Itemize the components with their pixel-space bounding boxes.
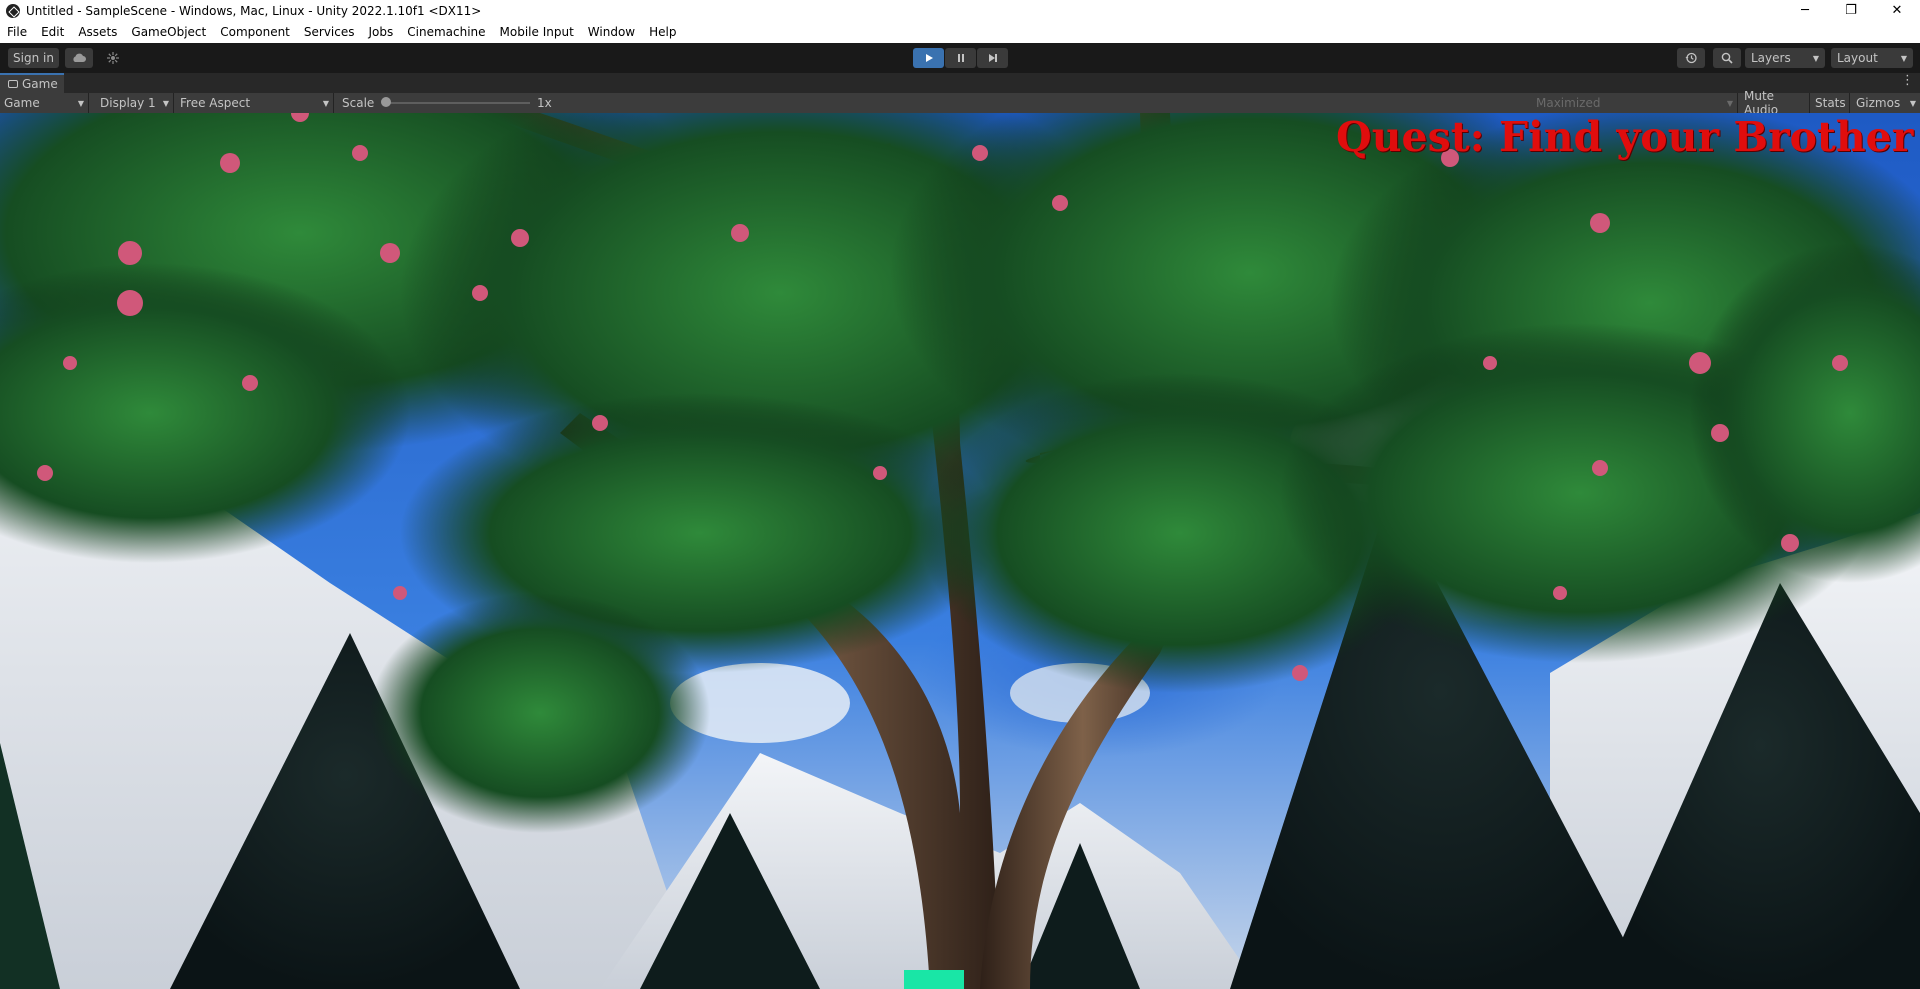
maximized-label: Maximized xyxy=(1536,96,1601,110)
main-toolbar: Sign in Layers ▼ Layout ▼ xyxy=(0,43,1920,73)
menu-edit[interactable]: Edit xyxy=(34,25,71,39)
window-title-bar: Untitled - SampleScene - Windows, Mac, L… xyxy=(0,0,1920,21)
menu-window[interactable]: Window xyxy=(581,25,642,39)
layers-label: Layers xyxy=(1751,51,1791,65)
menu-cinemachine[interactable]: Cinemachine xyxy=(400,25,492,39)
view-mode-label: Game xyxy=(4,96,40,110)
scale-slider-thumb[interactable] xyxy=(381,97,391,107)
chevron-down-icon: ▼ xyxy=(1812,53,1819,63)
window-title: Untitled - SampleScene - Windows, Mac, L… xyxy=(26,3,482,18)
pause-icon xyxy=(957,54,964,62)
close-button[interactable]: ✕ xyxy=(1874,0,1920,21)
cloud-button[interactable] xyxy=(65,48,93,68)
minimize-button[interactable]: ─ xyxy=(1782,0,1828,21)
collab-icon xyxy=(107,52,119,64)
mute-audio-toggle[interactable]: Mute Audio xyxy=(1740,89,1810,117)
menu-mobile-input[interactable]: Mobile Input xyxy=(493,25,581,39)
menu-bar: File Edit Assets GameObject Component Se… xyxy=(0,21,1920,43)
game-view-toolbar: Game ▼ Display 1 ▼ Free Aspect ▼ Scale 1… xyxy=(0,89,1920,117)
play-button[interactable] xyxy=(913,48,944,68)
stats-label: Stats xyxy=(1815,96,1846,110)
chevron-down-icon: ▼ xyxy=(1909,98,1916,108)
scene-render xyxy=(0,113,1920,989)
collab-button[interactable] xyxy=(101,48,125,68)
chevron-down-icon: ▼ xyxy=(77,98,84,108)
maximize-button[interactable]: ❐ xyxy=(1828,0,1874,21)
menu-component[interactable]: Component xyxy=(213,25,297,39)
kebab-menu-icon[interactable]: ⋮ xyxy=(1901,73,1914,88)
menu-file[interactable]: File xyxy=(0,25,34,39)
aspect-dropdown[interactable]: Free Aspect ▼ xyxy=(176,93,334,113)
cloud-icon xyxy=(73,53,86,62)
history-icon xyxy=(1685,52,1697,64)
unity-logo-icon xyxy=(6,3,20,18)
menu-help[interactable]: Help xyxy=(642,25,683,39)
chevron-down-icon: ▼ xyxy=(1900,53,1907,63)
tab-game[interactable]: Game xyxy=(0,73,64,93)
pause-button[interactable] xyxy=(945,48,976,68)
menu-jobs[interactable]: Jobs xyxy=(362,25,401,39)
sign-in-button[interactable]: Sign in xyxy=(8,48,59,68)
window-controls: ─ ❐ ✕ xyxy=(1782,0,1920,21)
playmode-controls xyxy=(913,48,1008,68)
health-bar xyxy=(904,970,964,989)
view-mode-dropdown[interactable]: Game ▼ xyxy=(0,93,89,113)
aspect-label: Free Aspect xyxy=(180,96,251,110)
search-icon xyxy=(1721,52,1733,64)
scale-label: Scale xyxy=(342,96,375,110)
play-icon xyxy=(925,54,933,62)
scale-value: 1x xyxy=(537,96,552,110)
display-label: Display 1 xyxy=(100,96,156,110)
gizmos-dropdown[interactable]: Gizmos ▼ xyxy=(1852,93,1920,113)
layers-dropdown[interactable]: Layers ▼ xyxy=(1745,48,1825,68)
layout-label: Layout xyxy=(1837,51,1878,65)
tab-game-label: Game xyxy=(22,77,58,91)
step-button[interactable] xyxy=(977,48,1008,68)
stats-toggle[interactable]: Stats xyxy=(1811,93,1850,113)
maximized-dropdown[interactable]: Maximized ▼ xyxy=(1532,93,1738,113)
menu-gameobject[interactable]: GameObject xyxy=(124,25,213,39)
undo-history-button[interactable] xyxy=(1677,48,1705,68)
editor-tab-bar: Game ⋮ xyxy=(0,73,1920,93)
chevron-down-icon: ▼ xyxy=(322,98,329,108)
quest-label: Quest: Find your Brother xyxy=(1336,113,1914,161)
chevron-down-icon: ▼ xyxy=(162,98,169,108)
menu-services[interactable]: Services xyxy=(297,25,362,39)
game-controller-icon xyxy=(8,80,18,88)
search-button[interactable] xyxy=(1713,48,1741,68)
chevron-down-icon: ▼ xyxy=(1726,98,1733,108)
game-viewport[interactable]: Quest: Find your Brother xyxy=(0,113,1920,989)
step-icon xyxy=(988,54,997,62)
gizmos-label: Gizmos xyxy=(1856,96,1901,110)
menu-assets[interactable]: Assets xyxy=(71,25,124,39)
display-dropdown[interactable]: Display 1 ▼ xyxy=(96,93,174,113)
scale-slider-track[interactable] xyxy=(384,102,530,104)
layout-dropdown[interactable]: Layout ▼ xyxy=(1831,48,1913,68)
